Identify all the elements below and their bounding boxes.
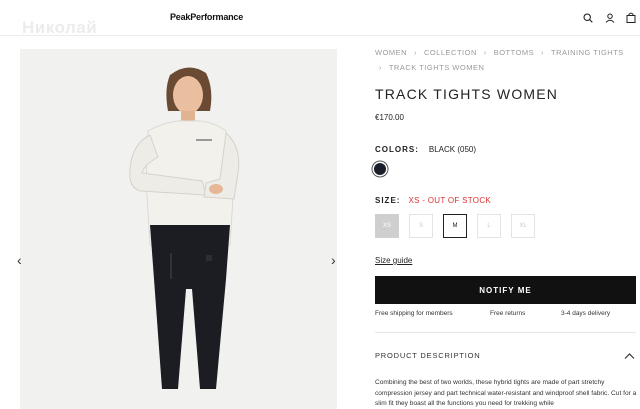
- breadcrumb-link[interactable]: TRAINING TIGHTS: [551, 48, 624, 57]
- site-header: Николай PeakPerformance: [0, 0, 640, 37]
- notify-me-button[interactable]: NOTIFY ME: [375, 276, 636, 304]
- search-icon[interactable]: [582, 11, 594, 24]
- user-icon[interactable]: [604, 11, 616, 24]
- bag-icon[interactable]: [625, 11, 637, 24]
- color-swatch-black[interactable]: [374, 163, 386, 175]
- model-photo: [20, 49, 337, 409]
- size-label: SIZE:: [375, 196, 401, 205]
- perk-free-shipping: Free shipping for members: [375, 310, 453, 317]
- divider: [375, 332, 636, 333]
- product-title: TRACK TIGHTS WOMEN: [375, 86, 559, 102]
- watermark: Николай: [22, 18, 98, 37]
- gallery-prev-arrow[interactable]: ‹: [17, 252, 22, 268]
- product-price: €170.00: [375, 113, 404, 122]
- size-option-xs[interactable]: XS: [375, 214, 399, 238]
- chevron-up-icon[interactable]: [624, 347, 635, 365]
- size-option-xl[interactable]: XL: [511, 214, 535, 238]
- brand-logo[interactable]: PeakPerformance: [170, 12, 243, 22]
- breadcrumb-link[interactable]: BOTTOMS: [494, 48, 534, 57]
- breadcrumb-separator: ›: [379, 65, 382, 72]
- breadcrumb-separator: ›: [414, 50, 417, 57]
- perk-delivery: 3-4 days delivery: [561, 310, 611, 317]
- selected-color: BLACK (050): [428, 145, 477, 154]
- size-option-s[interactable]: S: [409, 214, 433, 238]
- colors-label: COLORS:: [375, 145, 419, 154]
- stock-status: XS - OUT OF STOCK: [408, 196, 492, 205]
- size-option-m[interactable]: M: [443, 214, 467, 238]
- size-option-l[interactable]: L: [477, 214, 501, 238]
- breadcrumb: WOMEN › COLLECTION › BOTTOMS › TRAINING TIGHTS…: [375, 46, 625, 76]
- product-description-text: Combining the best of two worlds, these …: [375, 379, 637, 407]
- size-guide-link[interactable]: Size guide: [375, 256, 412, 265]
- product-description-toggle[interactable]: PRODUCT DESCRIPTION: [375, 351, 481, 360]
- breadcrumb-separator: ›: [541, 50, 545, 57]
- perk-free-returns: Free returns: [490, 310, 526, 317]
- breadcrumb-link[interactable]: WOMEN: [375, 48, 407, 57]
- size-selector: SIZE: XS - OUT OF STOCK: [375, 196, 491, 205]
- color-selector: COLORS: BLACK (050): [375, 145, 476, 154]
- product-image: [20, 49, 337, 409]
- breadcrumb-link[interactable]: COLLECTION: [424, 48, 477, 57]
- gallery-next-arrow[interactable]: ›: [331, 252, 336, 268]
- breadcrumb-separator: ›: [483, 50, 487, 57]
- breadcrumb-current: TRACK TIGHTS WOMEN: [388, 63, 485, 72]
